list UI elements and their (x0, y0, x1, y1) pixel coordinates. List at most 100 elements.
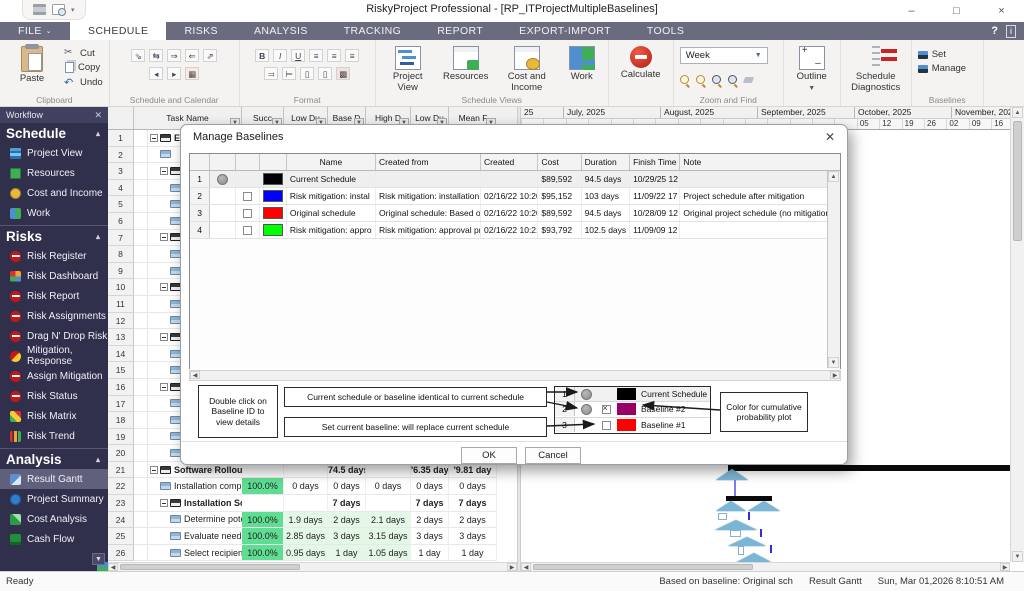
sidebar-item[interactable]: Cost Analysis (0, 509, 108, 529)
set-baseline-checkbox[interactable] (243, 226, 252, 235)
set-baseline-checkbox[interactable] (243, 192, 252, 201)
baseline-color-swatch[interactable] (263, 173, 283, 185)
scrollbar-thumb[interactable] (533, 564, 753, 570)
scroll-left-icon[interactable]: ◀ (521, 563, 531, 571)
scroll-down-icon[interactable]: ▼ (1012, 551, 1023, 562)
align-center-icon[interactable]: ≡ (327, 49, 341, 62)
tab-report[interactable]: REPORT (419, 22, 501, 40)
sidebar-item[interactable]: Risk Status (0, 386, 108, 406)
calculate-button[interactable]: Calculate (615, 43, 667, 81)
sidebar-item[interactable]: Cash Flow (0, 529, 108, 549)
baseline-row[interactable]: 4 Risk mitigation: appro Risk mitigation… (190, 222, 840, 239)
header-finish-time[interactable]: Finish Time (630, 154, 680, 170)
maximize-button[interactable]: □ (934, 0, 979, 22)
row-number[interactable]: 12 (108, 313, 134, 330)
row-number[interactable]: 15 (108, 362, 134, 379)
scroll-left-icon[interactable]: ◀ (108, 563, 118, 571)
split-task-icon[interactable]: ⇗ (203, 49, 217, 62)
row-number[interactable]: 1 (108, 130, 134, 147)
baseline-color-swatch[interactable] (263, 224, 283, 236)
sidebar-item[interactable]: Risk Assignments (0, 306, 108, 326)
indent-left-icon[interactable]: ⫤ (264, 67, 278, 80)
cancel-button[interactable]: Cancel (525, 447, 581, 464)
tab-export-import[interactable]: EXPORT-IMPORT (501, 22, 629, 40)
task-row[interactable]: 26 Select recipient 100.0% 0.95 days 1 d… (108, 545, 517, 562)
collapse-task-icon[interactable] (160, 333, 168, 341)
sidebar-item[interactable]: Risk Matrix (0, 406, 108, 426)
fill-color-icon[interactable]: ▩ (336, 67, 350, 80)
scroll-right-icon[interactable]: ▶ (507, 563, 517, 571)
scroll-right-icon[interactable]: ▶ (830, 371, 840, 379)
collapse-task-icon[interactable] (150, 134, 158, 142)
current-baseline-radio[interactable] (217, 174, 228, 185)
tab-file[interactable]: FILE⌄ (0, 22, 70, 40)
baseline-row[interactable]: 1 Current Schedule $89,592 94.5 days 10/… (190, 171, 840, 188)
scroll-up-icon[interactable]: ▲ (1012, 107, 1023, 118)
baseline-id[interactable]: 4 (190, 222, 210, 238)
zoom-in-icon[interactable] (680, 75, 691, 86)
cost-and-income-button[interactable]: Cost and Income (498, 43, 556, 93)
scroll-right-icon[interactable]: ▶ (1000, 563, 1010, 571)
row-number[interactable]: 9 (108, 263, 134, 280)
minimize-button[interactable]: – (889, 0, 934, 22)
clear-filter-icon[interactable] (744, 75, 755, 86)
task-row[interactable]: 25 Evaluate needs 100.0% 2.85 days 3 day… (108, 528, 517, 545)
unlink-tasks-icon[interactable]: ⇆ (149, 49, 163, 62)
row-number[interactable]: 19 (108, 429, 134, 446)
row-number[interactable]: 4 (108, 180, 134, 197)
workflow-close-icon[interactable]: ✕ (94, 110, 102, 121)
work-button[interactable]: Work (562, 43, 602, 83)
collapse-task-icon[interactable] (160, 167, 168, 175)
baseline-id[interactable]: 1 (190, 171, 210, 187)
baseline-row[interactable]: 2 Risk mitigation: instal Risk mitigatio… (190, 188, 840, 205)
sidebar-section-analysis[interactable]: Analysis ▴ (0, 449, 108, 469)
scrollbar-thumb[interactable] (120, 564, 300, 570)
link-tasks-icon[interactable]: ⇘ (131, 49, 145, 62)
vertical-scrollbar[interactable]: ▲ ▼ (1010, 107, 1024, 562)
tab-analysis[interactable]: ANALYSIS (236, 22, 326, 40)
tab-schedule[interactable]: SCHEDULE (70, 22, 166, 40)
row-number[interactable]: 18 (108, 412, 134, 429)
column-right-icon[interactable]: ▯ (318, 67, 332, 80)
row-number[interactable]: 24 (108, 512, 134, 529)
collapse-task-icon[interactable] (160, 383, 168, 391)
collapse-task-icon[interactable] (160, 233, 168, 241)
zoom-level-dropdown[interactable]: Week ▼ (680, 47, 768, 64)
resources-button[interactable]: Resources (440, 43, 492, 83)
help-icon[interactable]: ? (991, 25, 998, 37)
bold-button[interactable]: B (255, 49, 269, 62)
dialog-close-icon[interactable]: ✕ (825, 130, 835, 144)
info-icon[interactable]: i (1006, 25, 1016, 38)
project-view-button[interactable]: Project View (382, 43, 434, 93)
row-number[interactable]: 5 (108, 196, 134, 213)
row-number[interactable]: 20 (108, 445, 134, 462)
set-baseline-button[interactable]: Set (918, 49, 966, 60)
schedule-diagnostics-button[interactable]: Schedule Diagnostics (847, 43, 905, 93)
sidebar-section-schedule[interactable]: Schedule ▴ (0, 123, 108, 143)
header-name[interactable]: Name (287, 154, 376, 170)
align-left-icon[interactable]: ≡ (309, 49, 323, 62)
undo-button[interactable]: Undo (64, 76, 103, 88)
scroll-left-icon[interactable]: ◀ (190, 371, 200, 379)
indent-right-icon[interactable]: ⊨ (282, 67, 296, 80)
row-number[interactable]: 14 (108, 346, 134, 363)
sidebar-item[interactable]: Work (0, 203, 108, 223)
scrollbar-thumb[interactable] (1013, 121, 1022, 241)
row-number[interactable]: 23 (108, 495, 134, 512)
close-button[interactable]: × (979, 0, 1024, 22)
gantt-summary-bar[interactable] (728, 465, 1010, 471)
dialog-table-vscrollbar[interactable]: ▲ ▼ (827, 171, 840, 368)
row-number[interactable]: 13 (108, 329, 134, 346)
collapse-task-icon[interactable] (160, 283, 168, 291)
copy-button[interactable]: Copy (64, 62, 103, 73)
header-duration[interactable]: Duration (582, 154, 631, 170)
zoom-reset-icon[interactable] (712, 75, 723, 86)
sidebar-section-risks[interactable]: Risks ▴ (0, 226, 108, 246)
italic-button[interactable]: I (273, 49, 287, 62)
cut-button[interactable]: Cut (64, 47, 103, 59)
task-row[interactable]: 22 Installation complet 100.0% 0 days 0 … (108, 478, 517, 495)
sidebar-item[interactable]: Risk Trend (0, 426, 108, 446)
indent-task-icon[interactable]: ⇒ (167, 49, 181, 62)
sidebar-overflow-button[interactable]: ▼ (92, 553, 105, 565)
row-number[interactable]: 6 (108, 213, 134, 230)
